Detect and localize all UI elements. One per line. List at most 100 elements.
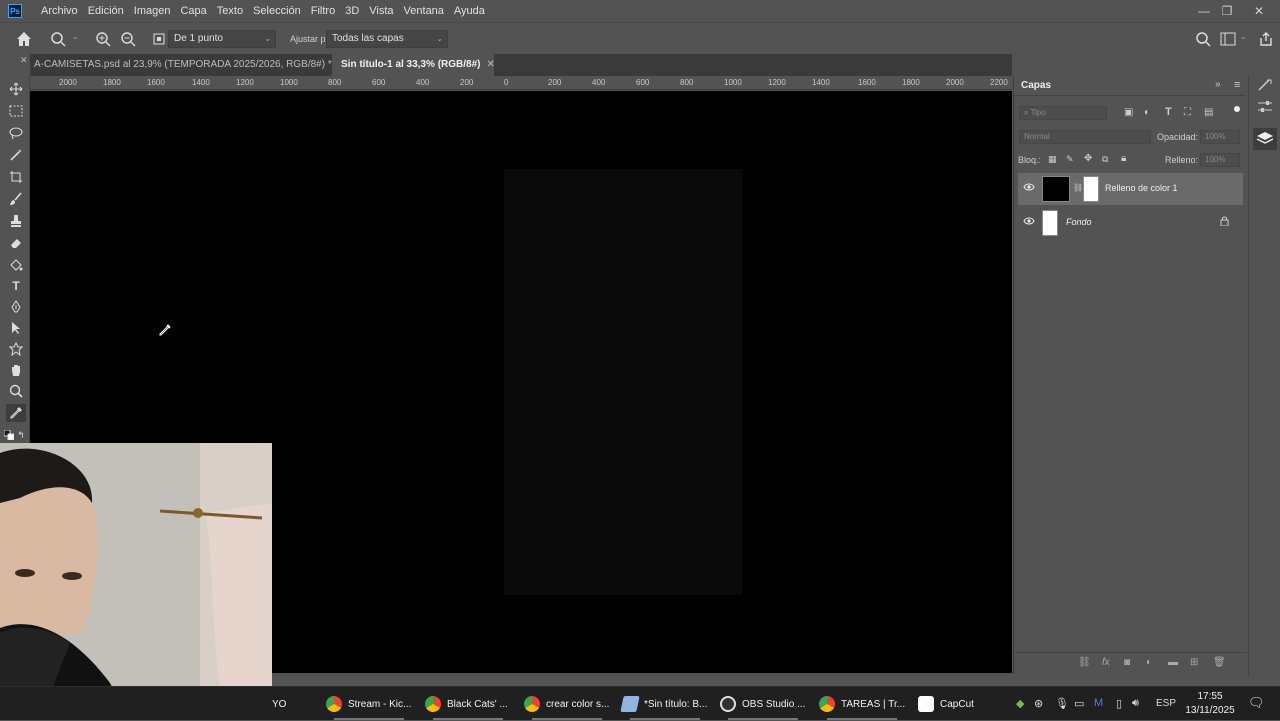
menu-edicion[interactable]: Edición	[83, 0, 129, 22]
sample-size-dropdown[interactable]: De 1 punto ⌄	[168, 30, 276, 48]
panel-menu-icon[interactable]: ≡	[1234, 79, 1240, 91]
taskbar-item-capcut[interactable]: CapCut	[918, 687, 988, 721]
menu-texto[interactable]: Texto	[212, 0, 248, 22]
sample-layers-dropdown[interactable]: Todas las capas ⌄	[326, 30, 448, 48]
search-icon[interactable]	[1195, 31, 1211, 47]
link-layers-icon[interactable]: ⛓	[1078, 657, 1091, 668]
filter-pixel-icon[interactable]: ▣	[1124, 107, 1133, 118]
swap-colors-icon[interactable]: ↰	[16, 426, 26, 444]
layers-panel-title[interactable]: Capas	[1021, 80, 1051, 91]
taskbar-item-tareas[interactable]: TAREAS | Tr...	[819, 687, 909, 721]
visibility-eye-icon[interactable]	[1023, 183, 1035, 194]
document-canvas[interactable]	[504, 169, 742, 595]
share-icon[interactable]	[1258, 31, 1274, 47]
delete-layer-icon[interactable]: 🗑︎	[1213, 657, 1226, 668]
eyedropper-tool-icon[interactable]	[6, 404, 26, 422]
layer-row-background[interactable]: Fondo	[1018, 207, 1243, 239]
tab-camisetas-document[interactable]: A-CAMISETAS.psd al 23,9% (TEMPORADA 2025…	[30, 54, 332, 76]
menu-3d[interactable]: 3D	[340, 0, 364, 22]
taskbar-item-stream[interactable]: Stream - Kic...	[326, 687, 416, 721]
workspace-chevron-down-icon[interactable]: ⌄	[1240, 32, 1247, 41]
type-tool-icon[interactable]: T	[6, 277, 26, 295]
fill-input[interactable]: 100%	[1200, 153, 1240, 167]
home-icon[interactable]	[14, 29, 34, 49]
path-selection-tool-icon[interactable]	[6, 319, 26, 337]
lasso-tool-icon[interactable]	[6, 124, 26, 142]
volume-icon[interactable]: 🔊︎	[1132, 697, 1139, 710]
close-tab-icon[interactable]: ✕	[486, 59, 494, 70]
display-icon[interactable]: ▭	[1074, 697, 1084, 710]
adjustment-layer-icon[interactable]: ◐	[1146, 657, 1152, 668]
lock-position-icon[interactable]: ✥	[1084, 153, 1092, 164]
menu-ventana[interactable]: Ventana	[399, 0, 449, 22]
stamp-tool-icon[interactable]	[6, 212, 26, 230]
notifications-icon[interactable]: 🗨︎	[1248, 695, 1265, 711]
new-group-icon[interactable]: ▬	[1168, 657, 1178, 668]
tab-sin-titulo-document[interactable]: Sin título-1 al 33,3% (RGB/8#) ✕	[332, 54, 494, 76]
opacity-input[interactable]: 100%	[1200, 130, 1240, 144]
photoshop-logo-icon[interactable]: Ps	[8, 4, 22, 18]
layer-mask-thumbnail[interactable]	[1083, 176, 1099, 202]
move-tool-icon[interactable]	[6, 80, 26, 98]
layer-row-color-fill[interactable]: ⛓ Relleno de color 1	[1018, 173, 1243, 205]
menu-ayuda[interactable]: Ayuda	[449, 0, 490, 22]
menu-archivo[interactable]: Archivo	[36, 0, 83, 22]
eraser-tool-icon[interactable]	[6, 234, 26, 252]
default-colors-icon[interactable]	[4, 426, 14, 444]
hand-tool-icon[interactable]	[6, 361, 26, 379]
new-layer-icon[interactable]: ⊞	[1190, 657, 1198, 668]
layer-name[interactable]: Relleno de color 1	[1105, 183, 1178, 193]
paint-bucket-tool-icon[interactable]	[6, 256, 26, 274]
lock-all-icon[interactable]: 🔒︎	[1121, 153, 1126, 164]
layers-panel-icon[interactable]	[1253, 128, 1277, 150]
lock-icon[interactable]	[1220, 216, 1229, 229]
taskbar-item-crear-color[interactable]: crear color s...	[524, 687, 614, 721]
menu-imagen[interactable]: Imagen	[129, 0, 176, 22]
eyedropper-tool-preset-icon[interactable]	[50, 31, 68, 47]
crop-tool-icon[interactable]	[6, 168, 26, 186]
layer-filter-dropdown[interactable]: ⌕ Tipo	[1019, 106, 1107, 120]
add-mask-icon[interactable]: ◙	[1124, 657, 1130, 668]
filter-type-icon[interactable]: T	[1165, 106, 1172, 118]
filter-adjustment-icon[interactable]: ◐	[1144, 107, 1150, 118]
filter-shape-icon[interactable]: ⛶	[1184, 107, 1191, 118]
filter-toggle-icon[interactable]	[1234, 106, 1240, 112]
marquee-tool-icon[interactable]	[6, 102, 26, 120]
history-icon[interactable]	[1257, 78, 1273, 92]
shape-tool-icon[interactable]	[6, 340, 26, 358]
taskbar-item-black-cats[interactable]: Black Cats' ...	[425, 687, 515, 721]
link-icon[interactable]: ⛓	[1073, 183, 1083, 192]
lock-artboard-icon[interactable]: ⧉	[1102, 154, 1108, 165]
menu-vista[interactable]: Vista	[364, 0, 398, 22]
menu-filtro[interactable]: Filtro	[306, 0, 340, 22]
language-indicator[interactable]: ESP	[1156, 698, 1176, 709]
tray-m-icon[interactable]: M	[1094, 697, 1103, 709]
panel-collapse-icon[interactable]: ✕	[20, 55, 28, 66]
brush-tool-icon[interactable]	[6, 190, 26, 208]
zoom-in-icon[interactable]	[95, 31, 111, 47]
zoom-out-icon[interactable]	[120, 31, 136, 47]
microphone-icon[interactable]: 🎙︎	[1055, 697, 1069, 710]
visibility-eye-icon[interactable]	[1023, 217, 1035, 228]
lock-transparent-icon[interactable]: ▦	[1048, 154, 1057, 165]
clock[interactable]: 17:55 13/11/2025	[1182, 690, 1238, 718]
adjustments-sliders-icon[interactable]	[1257, 100, 1273, 114]
battery-icon[interactable]: ▯	[1116, 697, 1122, 710]
preset-chevron-down-icon[interactable]: ⌄	[72, 32, 79, 41]
taskbar-item-yo[interactable]: YO	[272, 687, 312, 721]
lock-image-icon[interactable]: ✎	[1066, 154, 1074, 165]
layer-name[interactable]: Fondo	[1066, 217, 1092, 227]
fx-icon[interactable]: fx	[1102, 657, 1110, 668]
tray-game-icon[interactable]: ⊛	[1034, 697, 1043, 710]
menu-capa[interactable]: Capa	[175, 0, 211, 22]
menu-seleccion[interactable]: Selección	[248, 0, 306, 22]
filter-smart-object-icon[interactable]: ▤	[1204, 107, 1213, 118]
taskbar-item-sin-titulo[interactable]: *Sin título: B...	[620, 687, 712, 721]
zoom-tool-icon[interactable]	[6, 382, 26, 400]
taskbar-item-obs[interactable]: OBS Studio ...	[720, 687, 810, 721]
tray-app-icon[interactable]: ◆	[1016, 697, 1024, 710]
magic-wand-tool-icon[interactable]	[6, 146, 26, 164]
restore-button[interactable]: ❐	[1212, 0, 1242, 22]
close-window-button[interactable]: ✕	[1244, 0, 1274, 22]
blend-mode-dropdown[interactable]: Normal	[1019, 130, 1151, 144]
